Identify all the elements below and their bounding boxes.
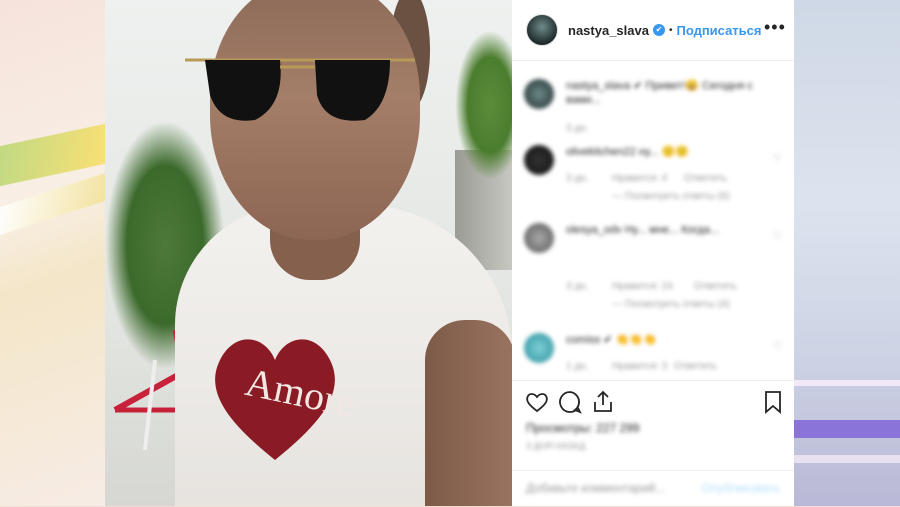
view-replies-button[interactable]: — Посмотреть ответы (4): [612, 299, 730, 310]
avatar[interactable]: [524, 223, 554, 253]
avatar[interactable]: [524, 79, 554, 109]
post-side-panel: nastya_slava ✔ • Подписаться ••• nastya_…: [512, 0, 794, 506]
comment-text: olivekitchen22 ну... 🙂🙂: [566, 146, 689, 158]
post-header: nastya_slava ✔ • Подписаться •••: [512, 0, 794, 61]
comment-time: 1 дн.: [566, 361, 589, 372]
verified-badge-icon: ✔: [652, 24, 665, 36]
view-replies-button[interactable]: — Посмотреть ответы (6): [612, 191, 730, 202]
comment-text: olesya_odv Ну... мне... Когда...: [566, 224, 720, 236]
comment-text: comiss ✔ 👏👏👏: [566, 334, 657, 346]
sunglasses: [185, 58, 415, 121]
decor-band: [794, 455, 900, 463]
background-left-decoration: [0, 0, 105, 506]
post-video[interactable]: Amore: [105, 0, 512, 506]
post-age: 3 ДНЯ НАЗАД: [526, 441, 586, 451]
post-actions: Просмотры: 227 299 3 ДНЯ НАЗАД: [512, 380, 794, 471]
comments-list[interactable]: nastya_slava ✔ Привет!😀 Сегодня с вами..…: [512, 61, 794, 379]
comment-time: 3 дн.: [566, 123, 589, 134]
follow-button[interactable]: Подписаться: [676, 23, 761, 38]
comment-input[interactable]: Добавьте комментарий...: [526, 481, 665, 495]
comment-likes[interactable]: Нравится: 24: [612, 281, 673, 292]
comment-time: 3 дн.: [566, 281, 589, 292]
share-icon[interactable]: [590, 389, 616, 415]
arm: [425, 320, 512, 506]
comment-likes[interactable]: Нравится: 3: [612, 361, 667, 372]
more-options-icon[interactable]: •••: [764, 18, 785, 36]
views-count: Просмотры: 227 299: [526, 421, 640, 435]
comment-text: nastya_slava ✔ Привет!😀 Сегодня с вами..…: [566, 80, 753, 106]
comment-time: 3 дн.: [566, 173, 589, 184]
like-heart-icon[interactable]: [524, 389, 550, 415]
plant-right: [455, 30, 512, 180]
comment-bubble-icon[interactable]: [557, 389, 583, 415]
publish-button[interactable]: Опубликовать: [702, 481, 780, 495]
username[interactable]: nastya_slava: [568, 23, 649, 38]
decor-band: [794, 380, 900, 386]
avatar[interactable]: [524, 145, 554, 175]
reply-button[interactable]: Ответить: [674, 361, 717, 372]
decor-band: [794, 420, 900, 438]
reply-button[interactable]: Ответить: [694, 281, 737, 292]
background-right-decoration: [794, 0, 900, 506]
bookmark-icon[interactable]: [760, 389, 786, 415]
avatar[interactable]: [524, 333, 554, 363]
reply-button[interactable]: Ответить: [684, 173, 727, 184]
heart-icon[interactable]: ♡: [773, 341, 782, 352]
comment-likes[interactable]: Нравится: 4: [612, 173, 667, 184]
avatar[interactable]: [526, 14, 558, 46]
heart-icon[interactable]: ♡: [773, 153, 782, 164]
heart-icon[interactable]: ♡: [773, 231, 782, 242]
separator-dot: •: [668, 24, 673, 36]
add-comment-bar: Добавьте комментарий... Опубликовать: [512, 470, 794, 507]
